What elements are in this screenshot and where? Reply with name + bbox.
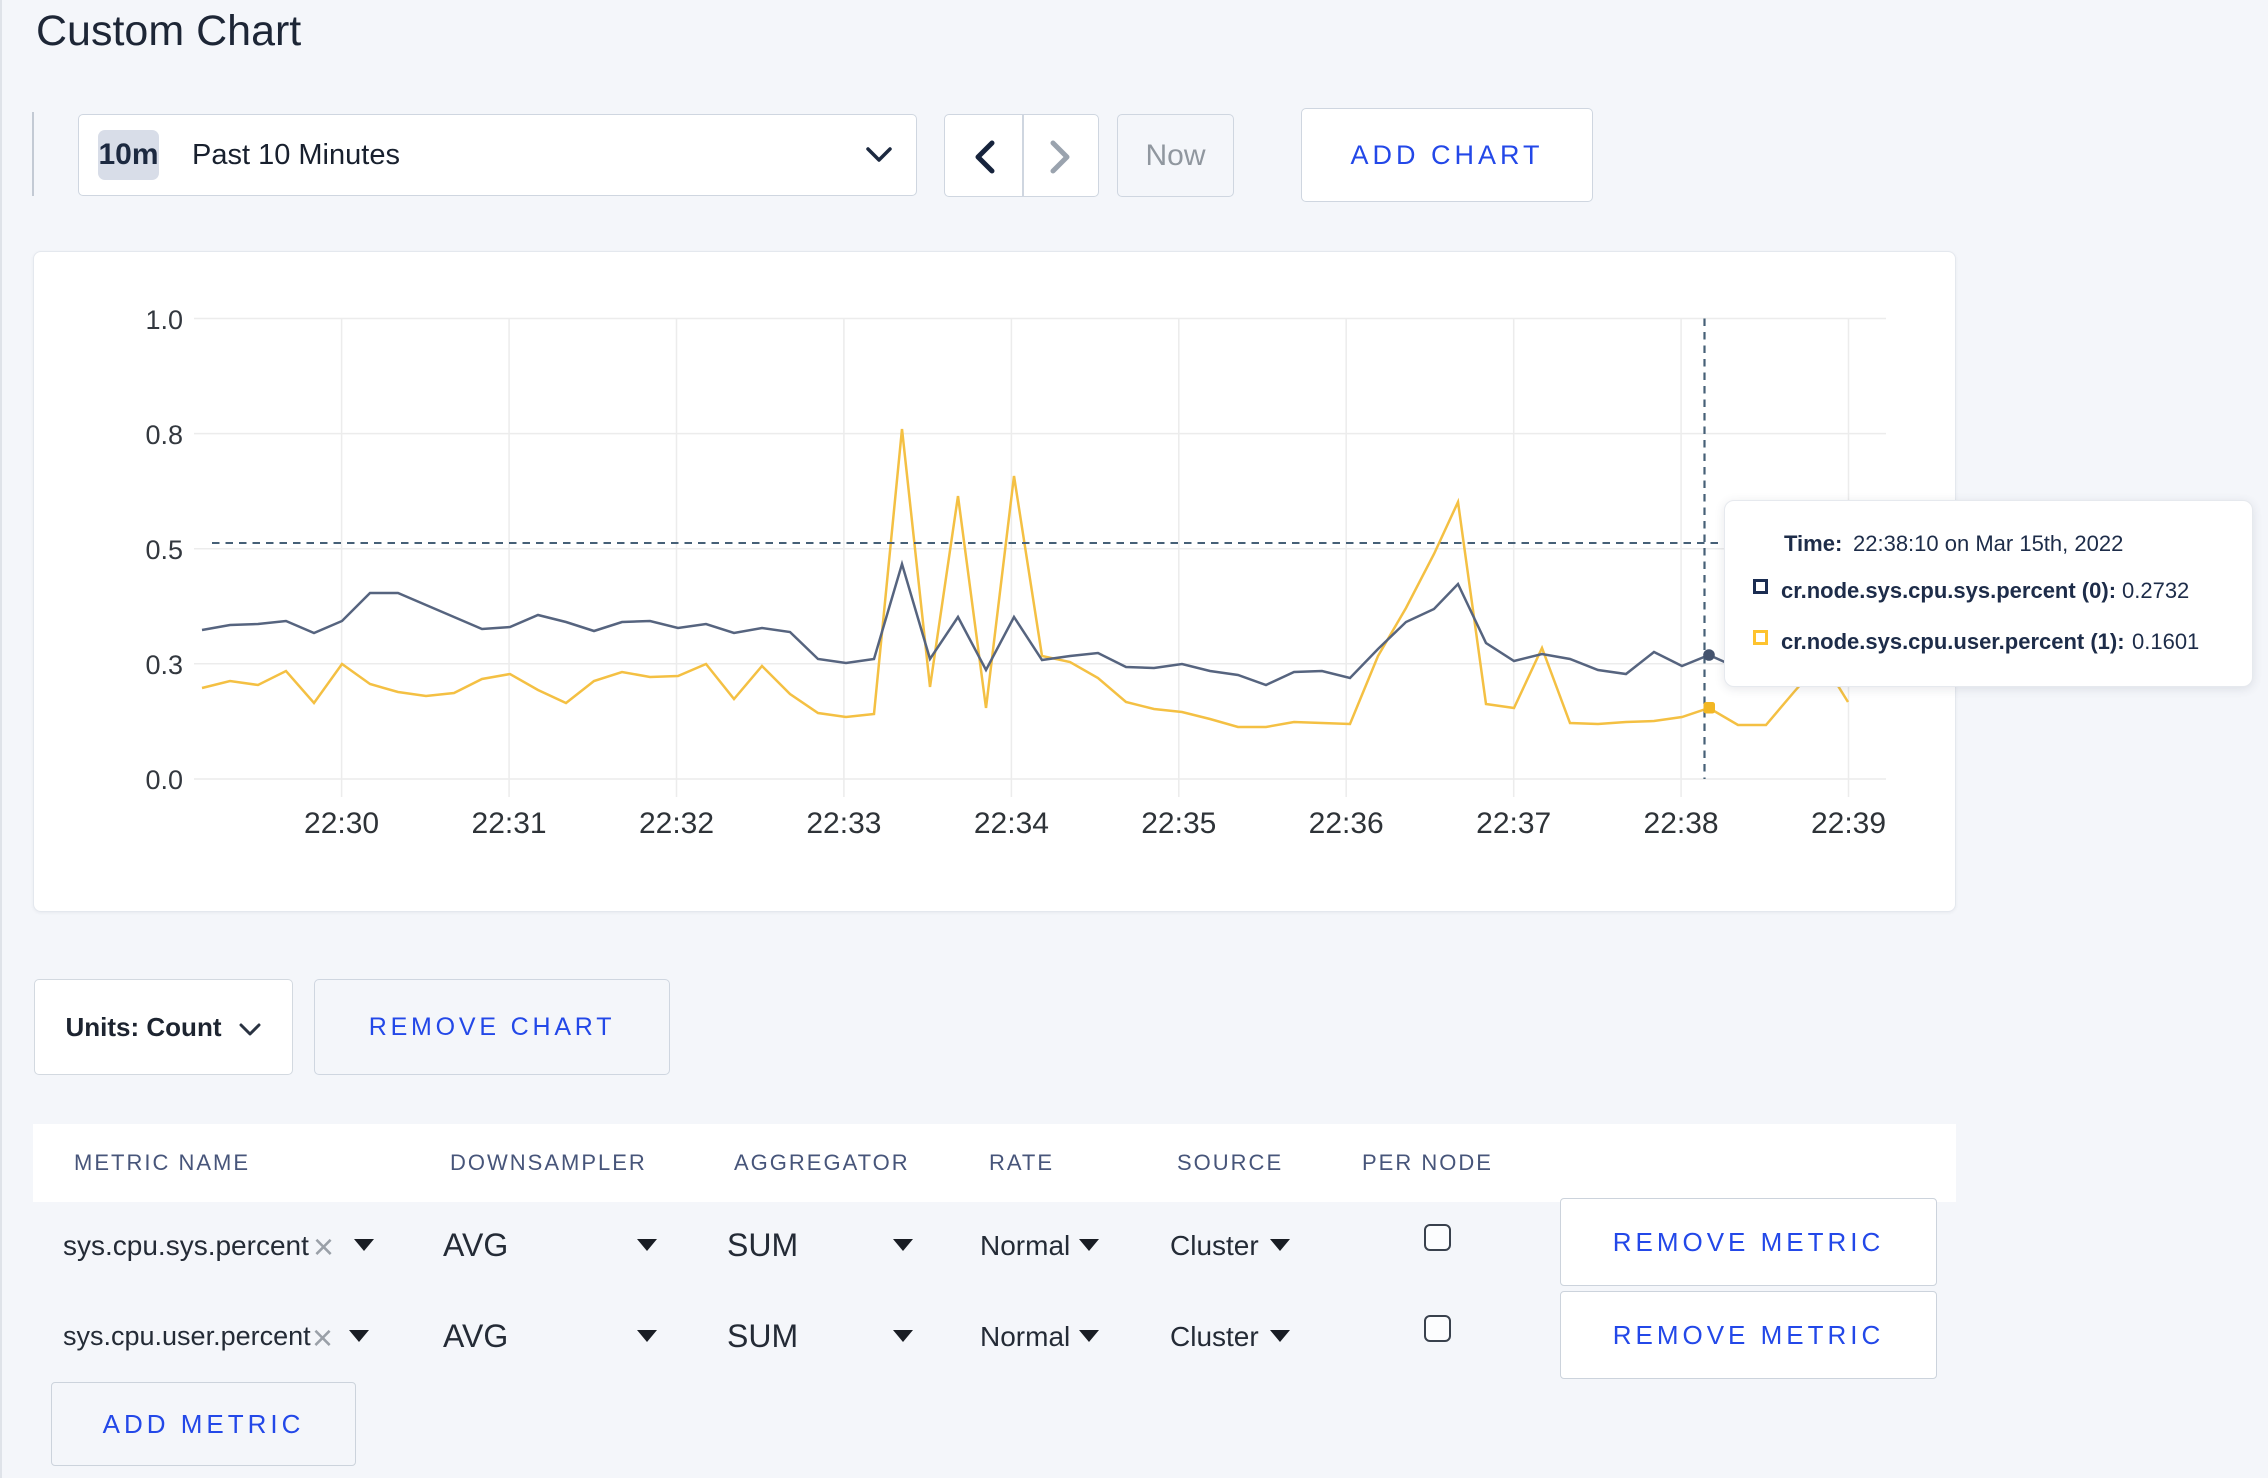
svg-text:0.5: 0.5 [145, 535, 183, 565]
svg-text:0.3: 0.3 [145, 650, 183, 680]
svg-text:0.0: 0.0 [145, 765, 183, 795]
svg-text:22:38: 22:38 [1644, 807, 1719, 840]
svg-text:0.8: 0.8 [145, 420, 183, 450]
svg-text:22:30: 22:30 [304, 807, 379, 840]
svg-text:22:36: 22:36 [1309, 807, 1384, 840]
svg-text:22:39: 22:39 [1811, 807, 1886, 840]
svg-text:22:34: 22:34 [974, 807, 1049, 840]
svg-text:22:32: 22:32 [639, 807, 714, 840]
svg-text:22:31: 22:31 [472, 807, 547, 840]
svg-text:22:37: 22:37 [1476, 807, 1551, 840]
svg-text:22:33: 22:33 [806, 807, 881, 840]
svg-text:1.0: 1.0 [145, 305, 183, 335]
svg-text:22:35: 22:35 [1141, 807, 1216, 840]
